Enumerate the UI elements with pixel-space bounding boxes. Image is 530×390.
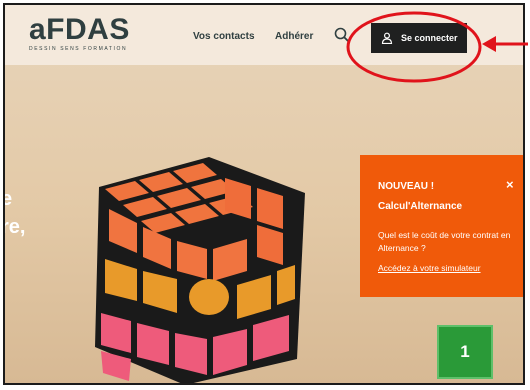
popup-badge: NOUVEAU !: [378, 181, 435, 192]
nav-adherer[interactable]: Adhérer: [275, 31, 313, 42]
popup-question: Quel est le coût de votre contrat en Alt…: [378, 230, 511, 253]
alternance-popup: NOUVEAU ! × Calcul'Alternance Quel est l…: [360, 155, 523, 297]
arrow-icon: [482, 36, 528, 52]
hero-text-line: e: [5, 185, 25, 213]
logo-tagline: DESSIN SENS FORMATION: [29, 46, 128, 52]
hero-text-line: re,: [3, 216, 26, 238]
popup-title: Calcul'Alternance: [378, 201, 463, 212]
afdas-logo[interactable]: aFDAS DESSIN SENS FORMATION: [29, 13, 130, 53]
simulator-link[interactable]: Accédez à votre simulateur: [378, 263, 481, 273]
highlight-circle: [346, 11, 482, 83]
nav-vos-contacts[interactable]: Vos contacts: [193, 31, 255, 42]
close-icon[interactable]: ×: [506, 177, 514, 192]
rubiks-cube-image: [95, 157, 305, 383]
logo-wordmark: aFDAS: [29, 13, 130, 46]
hero-partial-text: e re,: [3, 185, 26, 241]
step-number-badge: 1: [437, 325, 493, 379]
